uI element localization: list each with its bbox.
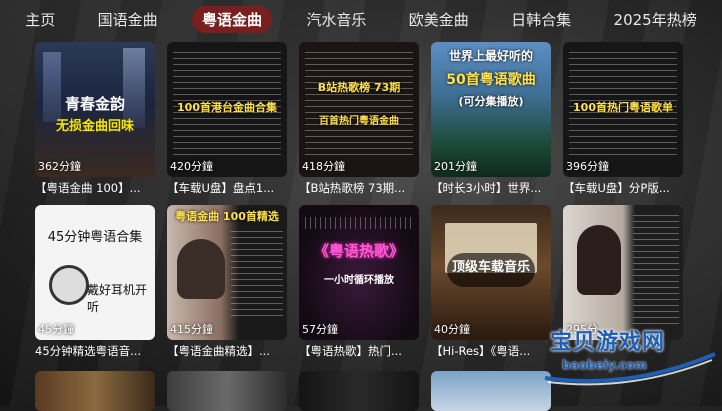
playlist-caption: 【B站热歌榜 73期...	[299, 181, 406, 195]
duration-label: 396分鐘	[566, 160, 609, 173]
thumbnail-title: 100首热门粤语歌单	[573, 101, 673, 114]
thumbnail-subtitle: 百首热门粤语金曲	[319, 116, 399, 127]
duration-label: 201分鐘	[434, 160, 477, 173]
playlist-caption: 【粤语金曲 100】...	[35, 181, 141, 195]
playlist-thumbnail	[299, 371, 419, 411]
song-list-pattern	[305, 52, 413, 155]
thumbnail-title: 100首港台金曲合集	[177, 101, 277, 114]
duration-label: 415分鐘	[170, 323, 213, 336]
playlist-thumbnail: 青春金韵 无损金曲回味 362分鐘	[35, 42, 155, 177]
thumbnail-subtitle: 一小时循环播放	[324, 275, 394, 286]
thumbnail-title: B站热歌榜 73期	[317, 81, 401, 94]
tab-mandarin[interactable]: 国语金曲	[90, 6, 166, 33]
duration-label: 57分鐘	[302, 323, 338, 336]
playlist-thumbnail	[167, 371, 287, 411]
thumbnail-subtitle: 戴好耳机开听	[87, 283, 148, 314]
playlist-thumbnail: 45分钟粤语合集 戴好耳机开听 45分鐘	[35, 205, 155, 340]
playlist-thumbnail	[431, 371, 551, 411]
playlist-thumbnail	[35, 371, 155, 411]
song-list-pattern	[633, 215, 679, 325]
category-tabs: 主页 国语金曲 粤语金曲 汽水音乐 欧美金曲 日韩合集 2025年热榜	[0, 4, 722, 34]
duration-label: 45分鐘	[38, 323, 74, 336]
playlist-caption: 【粤语金曲精选】...	[167, 344, 270, 358]
tab-2025-hot[interactable]: 2025年热榜	[606, 6, 705, 33]
duration-label: 40分鐘	[434, 323, 470, 336]
tab-qishui[interactable]: 汽水音乐	[298, 6, 374, 33]
tab-cantonese[interactable]: 粤语金曲	[191, 5, 272, 33]
watermark-url: baobeiy.com	[562, 358, 647, 372]
watermark-brand: 宝贝游戏网	[550, 330, 666, 355]
playlist-thumbnail: 顶级车载音乐 40分鐘	[431, 205, 551, 340]
thumbnail-title: 《粤语热歌》	[313, 242, 404, 260]
playlist-thumbnail: B站热歌榜 73期 百首热门粤语金曲 418分鐘	[299, 42, 419, 177]
playlist-caption: 【车载U盘】盘点1...	[167, 181, 275, 195]
playlist-thumbnail: 《粤语热歌》 一小时循环播放 57分鐘	[299, 205, 419, 340]
thumbnail-subtitle: 无损金曲回味	[55, 119, 134, 134]
playlist-caption: 【时长3小时】世界...	[431, 181, 542, 195]
playlist-thumbnail: 100首港台金曲合集 420分鐘	[167, 42, 287, 177]
thumbnail-title: 世界上最好听的	[448, 49, 533, 63]
thumbnail-note: (可分集播放)	[458, 95, 524, 108]
thumbnail-title: 45分钟粤语合集	[47, 230, 143, 245]
playlist-caption: 【Hi-Res】《粤语...	[431, 344, 531, 358]
duration-label: 362分鐘	[38, 160, 81, 173]
playlist-caption: 【粤语热歌】热门...	[299, 344, 402, 358]
playlist-thumbnail: 100首热门粤语歌单 396分鐘	[563, 42, 683, 177]
thumbnail-title: 青春金韵	[64, 95, 125, 113]
thumbnail-title: 顶级车载音乐	[451, 260, 530, 275]
tab-home[interactable]: 主页	[17, 6, 63, 33]
artist-photo	[177, 239, 225, 299]
playlist-caption: 45分钟精选粤语音...	[35, 344, 142, 358]
duration-label: 418分鐘	[302, 160, 345, 173]
playlist-thumbnail: 粤语金曲 100首精选 415分鐘	[167, 205, 287, 340]
watermark-logo: 宝贝游戏网 baobeiy.com	[540, 318, 718, 390]
tab-western[interactable]: 欧美金曲	[401, 6, 477, 33]
playlist-caption: 【车载U盘】分P版...	[563, 181, 670, 195]
artist-photo	[577, 225, 621, 295]
tab-jpkr[interactable]: 日韩合集	[503, 6, 579, 33]
thumbnail-title: 粤语金曲 100首精选	[175, 210, 279, 223]
thumbnail-subtitle: 50首粤语歌曲	[446, 72, 536, 88]
duration-label: 420分鐘	[170, 160, 213, 173]
song-list-pattern	[231, 231, 283, 321]
headphones-icon	[49, 265, 89, 305]
playlist-thumbnail: 世界上最好听的 50首粤语歌曲 (可分集播放) 201分鐘	[431, 42, 551, 177]
